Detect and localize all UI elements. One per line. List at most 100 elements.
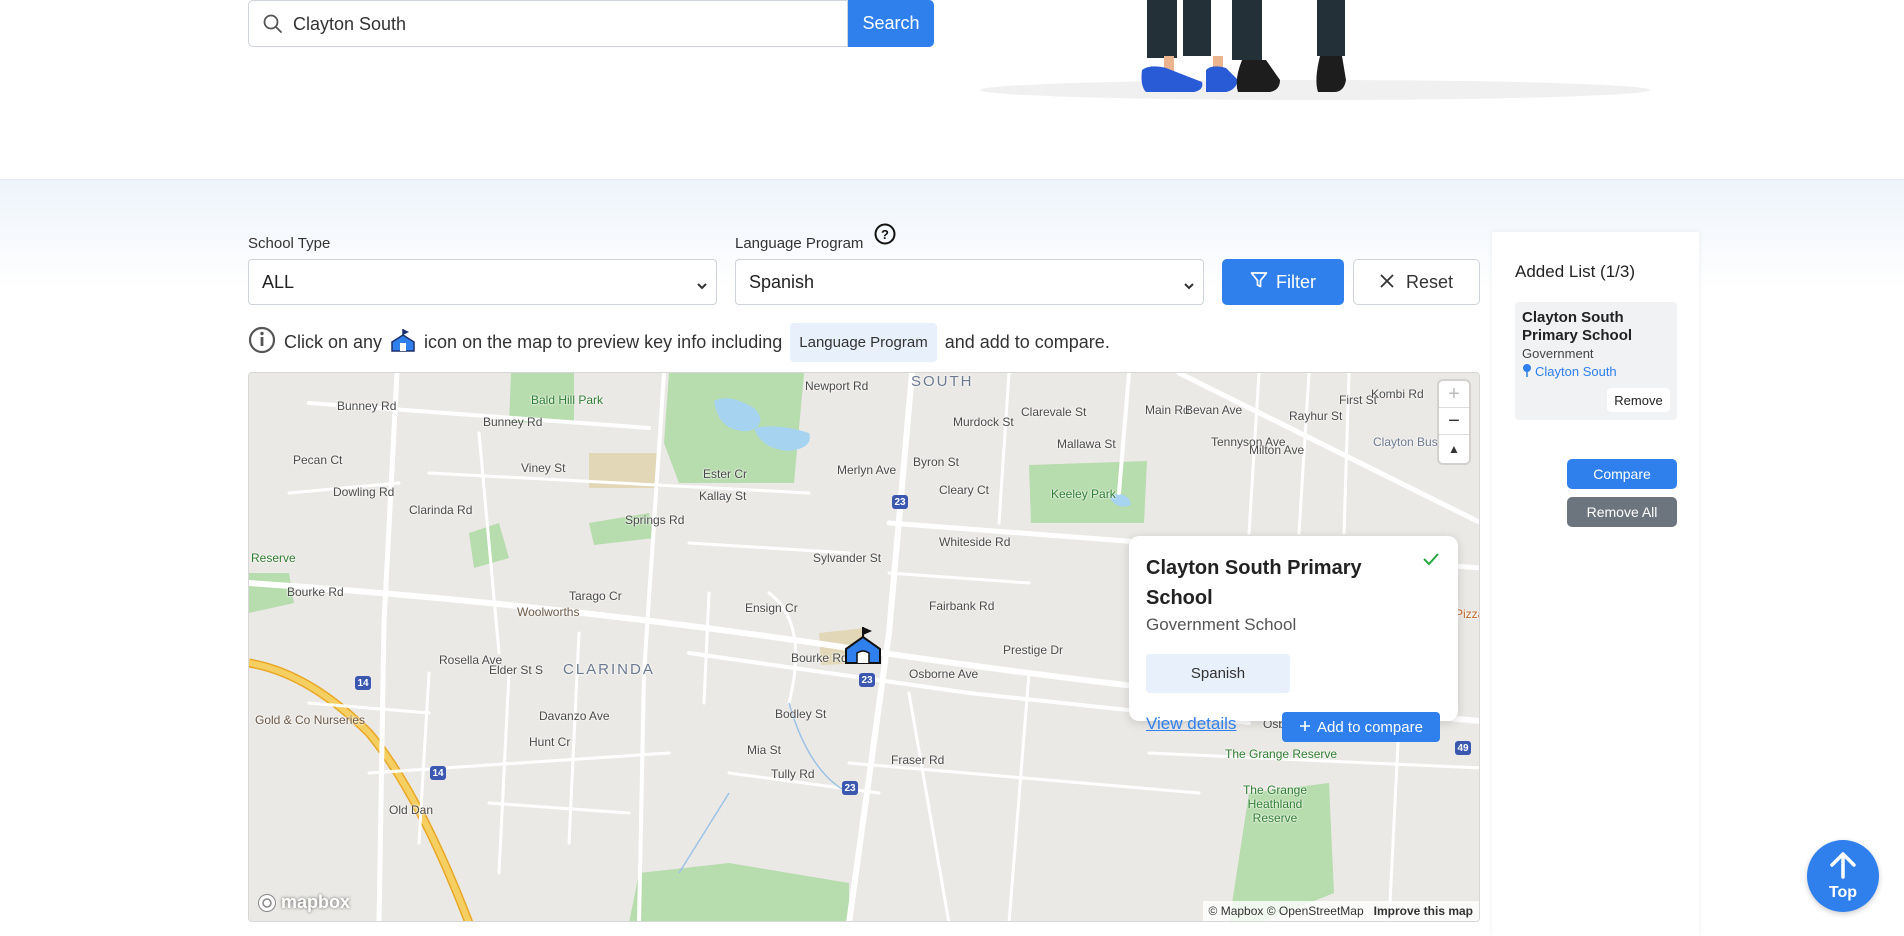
search-icon — [263, 14, 283, 39]
mapbox-logo[interactable]: mapbox — [257, 892, 350, 913]
road-label: Tarago Cr — [569, 589, 622, 603]
chevron-down-icon — [1183, 276, 1195, 297]
zoom-out-button[interactable]: − — [1439, 408, 1469, 435]
add-to-compare-label: Add to compare — [1317, 718, 1423, 736]
school-map[interactable]: SOUTH CLARINDA Newport Rd Bunney Rd Bunn… — [248, 372, 1480, 922]
road-label: Bodley St — [775, 707, 827, 721]
remove-button[interactable]: Remove — [1607, 388, 1670, 412]
school-type-value: ALL — [262, 271, 295, 292]
school-marker-icon[interactable] — [843, 625, 883, 670]
people-illustration — [980, 0, 1650, 102]
language-program-label: Language Program — [735, 235, 864, 252]
added-list-panel: Added List (1/3) Clayton South Primary S… — [1492, 232, 1699, 936]
suburb-label: SOUTH — [911, 373, 974, 390]
compare-button[interactable]: Compare — [1567, 459, 1677, 489]
remove-all-button[interactable]: Remove All — [1567, 497, 1677, 527]
improve-map-link[interactable]: Improve this map — [1374, 904, 1473, 918]
road-label: Rayhur St — [1289, 409, 1343, 423]
road-label: Pecan Ct — [293, 453, 343, 467]
road-label: Bunney Rd — [483, 415, 543, 429]
filter-icon — [1250, 271, 1268, 294]
map-hint: Click on any icon on the map to preview … — [248, 322, 1110, 362]
road-label: Bourke Rd — [791, 651, 848, 665]
back-to-top-button[interactable]: Top — [1807, 840, 1879, 912]
road-label: Ester Cr — [703, 467, 748, 481]
zoom-controls: + − ▲ — [1439, 381, 1469, 463]
search-button[interactable]: Search — [848, 0, 934, 47]
road-label: Davanzo Ave — [539, 709, 610, 723]
search-input[interactable] — [293, 9, 833, 39]
add-to-compare-button[interactable]: Add to compare — [1282, 712, 1440, 742]
filter-button[interactable]: Filter — [1222, 259, 1344, 305]
check-icon — [1422, 552, 1440, 571]
zoom-in-button[interactable]: + — [1439, 381, 1469, 408]
popup-subtitle: Government School — [1146, 615, 1297, 634]
road-label: Cleary Ct — [939, 483, 990, 497]
road-label: Old Dan — [389, 803, 434, 817]
school-icon — [390, 327, 416, 358]
info-icon — [248, 326, 276, 359]
route-shield: 23 — [892, 495, 908, 509]
road-label: Whiteside Rd — [939, 535, 1011, 549]
road-label: Dowling Rd — [333, 485, 395, 499]
road-label: Sylvander St — [813, 551, 882, 565]
hint-middle: icon on the map to preview key info incl… — [424, 331, 783, 352]
added-school-type: Government — [1522, 346, 1594, 361]
road-label: Clarinda Rd — [409, 503, 473, 517]
svg-text:?: ? — [881, 227, 889, 242]
popup-title: Clayton South Primary School — [1146, 557, 1362, 609]
route-shield: 14 — [430, 766, 446, 780]
place-label: Bald Hill Park — [531, 393, 604, 407]
route-shield: 49 — [1455, 741, 1471, 755]
road-label: Main Rd — [1145, 403, 1190, 417]
added-school-location-text: Clayton South — [1535, 364, 1617, 379]
added-school-card: Clayton South Primary School Government … — [1515, 302, 1677, 420]
place-label: Woolworths — [517, 605, 580, 619]
road-label: Fraser Rd — [891, 753, 945, 767]
school-type-label: School Type — [248, 235, 331, 252]
hint-suffix: and add to compare. — [944, 331, 1110, 352]
suburb-label: CLARINDA — [563, 661, 655, 678]
language-program-badge: Language Program — [790, 322, 937, 362]
road-label: Fairbank Rd — [929, 599, 995, 613]
road-label: Milton Ave — [1249, 443, 1305, 457]
road-label: Newport Rd — [805, 379, 869, 393]
map-attribution: © Mapbox © OpenStreetMap Improve this ma… — [1202, 901, 1479, 921]
road-label: Mia St — [747, 743, 782, 757]
reset-label: Reset — [1405, 271, 1454, 292]
road-label: Elder St S — [489, 663, 544, 677]
road-label: Byron St — [913, 455, 960, 469]
road-label: Clarevale St — [1021, 405, 1087, 419]
road-label: Springs Rd — [625, 513, 685, 527]
road-label: Bunney Rd — [337, 399, 397, 413]
search-box[interactable] — [248, 0, 848, 47]
question-circle-icon[interactable]: ? — [874, 223, 896, 250]
place-label: The Grange Reserve — [1225, 747, 1338, 761]
road-label: Viney St — [521, 461, 566, 475]
language-program-value: Spanish — [749, 271, 815, 292]
added-school-location[interactable]: Clayton South — [1522, 363, 1670, 380]
road-label: Merlyn Ave — [837, 463, 897, 477]
view-details-link[interactable]: View details — [1146, 714, 1236, 734]
school-search-section: School Type ALL Language Program ? Spani… — [0, 180, 1904, 936]
road-label: Bourke Rd — [287, 585, 344, 599]
close-icon — [1380, 272, 1394, 293]
arrow-up-icon — [1828, 851, 1858, 884]
road-label: Bevan Ave — [1185, 403, 1243, 417]
road-label: Hunt Cr — [529, 735, 571, 749]
added-school-name: Clayton South Primary School — [1522, 309, 1633, 344]
place-label: Pizza — [1455, 607, 1479, 621]
road-label: Kombi Rd — [1371, 387, 1424, 401]
place-label: Gold & Co Nurseries — [255, 713, 366, 727]
road-label: Osborne Ave — [909, 667, 979, 681]
road-label: Tully Rd — [771, 767, 815, 781]
road-label: Murdock St — [953, 415, 1014, 429]
filter-label: Filter — [1276, 271, 1316, 292]
road-label: Ensign Cr — [745, 601, 798, 615]
language-program-select[interactable]: Spanish — [735, 259, 1204, 305]
compass-button[interactable]: ▲ — [1439, 435, 1469, 462]
school-type-select[interactable]: ALL — [248, 259, 717, 305]
popup-language-badge: Spanish — [1146, 654, 1290, 693]
attribution-link[interactable]: © Mapbox © OpenStreetMap — [1209, 904, 1364, 918]
reset-button[interactable]: Reset — [1353, 259, 1480, 305]
